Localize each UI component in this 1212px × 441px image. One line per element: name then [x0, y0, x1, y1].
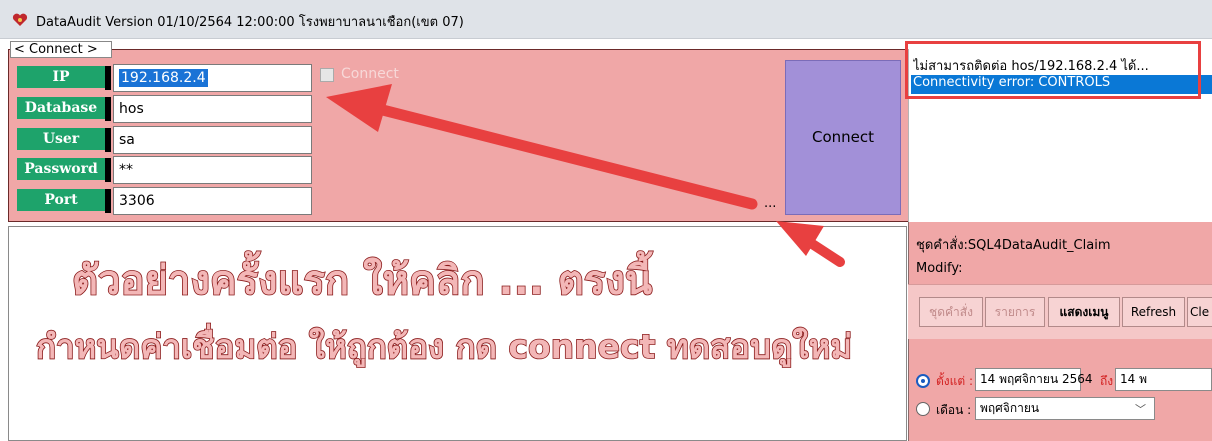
from-date-radio[interactable] [916, 374, 930, 388]
heart-icon [12, 13, 28, 26]
chevron-down-icon[interactable]: ﹀ [1135, 401, 1146, 417]
instruction-line-2: กำหนดค่าเชื่อมต่อ ให้ถูกต้อง กด connect … [35, 326, 853, 367]
ip-value: 192.168.2.4 [119, 69, 208, 87]
password-label: Password [17, 158, 111, 182]
modify-label: Modify: [916, 261, 963, 276]
refresh-button[interactable]: Refresh [1122, 297, 1185, 327]
connect-group-legend: < Connect > [10, 41, 112, 58]
to-date-label: ถึง [1100, 374, 1114, 388]
window-title: DataAudit Version 01/10/2564 12:00:00 โร… [36, 15, 464, 30]
month-label: เดือน : [936, 403, 972, 417]
month-select[interactable]: พฤศจิกายน [975, 397, 1155, 420]
connect-checkbox-label: Connect [341, 66, 399, 82]
port-label: Port [17, 189, 111, 213]
user-label: User [17, 128, 111, 152]
connect-button[interactable]: Connect [785, 60, 901, 215]
clear-button[interactable]: Cle [1187, 297, 1212, 327]
user-field[interactable]: sa [113, 126, 312, 154]
database-label: Database [17, 97, 111, 121]
highlight-box [905, 41, 1201, 99]
month-radio[interactable] [916, 402, 930, 416]
from-date-label: ตั้งแต่ : [936, 374, 974, 388]
instruction-line-1: ตัวอย่างครั้งแรก ให้คลิก ... ตรงนี้ [71, 257, 653, 305]
command-set-label: ชุดคำสั่ง:SQL4DataAudit_Claim [916, 238, 1111, 253]
command-set-button[interactable]: ชุดคำสั่ง [919, 297, 983, 327]
settings-ellipsis-button[interactable]: ... [764, 196, 776, 211]
show-menu-button[interactable]: แสดงเมนู [1048, 297, 1120, 327]
database-field[interactable]: hos [113, 95, 312, 123]
connect-checkbox[interactable] [320, 68, 334, 82]
to-date-input[interactable]: 14 พ [1115, 368, 1212, 391]
password-field[interactable]: ** [113, 156, 312, 184]
ip-label: IP [17, 66, 111, 90]
ip-field[interactable]: 192.168.2.4 [113, 64, 312, 92]
from-date-input[interactable]: 14 พฤศจิกายน 2564 [975, 368, 1093, 391]
items-button[interactable]: รายการ [985, 297, 1045, 327]
port-field[interactable]: 3306 [113, 187, 312, 215]
